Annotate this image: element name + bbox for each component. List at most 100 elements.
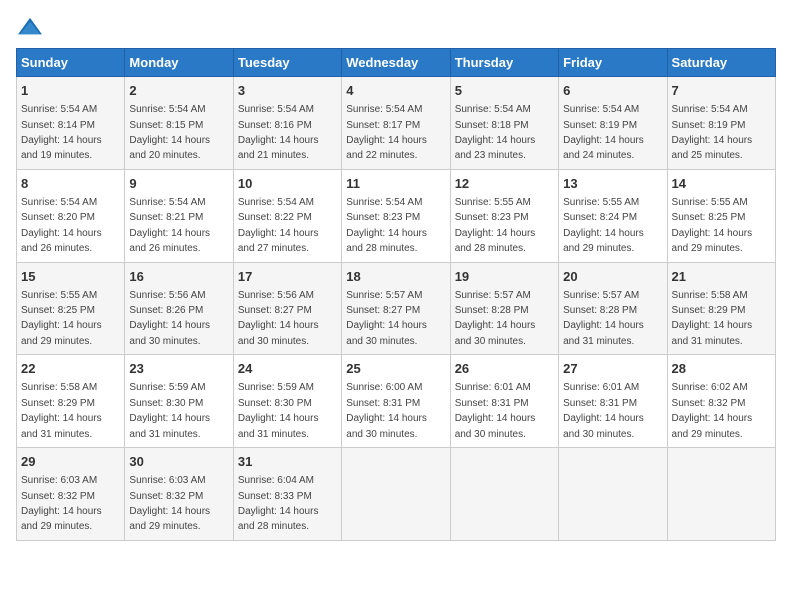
day-number: 9: [129, 175, 228, 193]
daylight-info: Daylight: 14 hours and 26 minutes.: [21, 228, 102, 254]
sunrise-info: Sunrise: 6:02 AM: [672, 382, 748, 393]
sunset-info: Sunset: 8:29 PM: [672, 305, 746, 316]
daylight-info: Daylight: 14 hours and 23 minutes.: [455, 135, 536, 161]
sunset-info: Sunset: 8:28 PM: [563, 305, 637, 316]
sunset-info: Sunset: 8:25 PM: [21, 305, 95, 316]
calendar-header-row: SundayMondayTuesdayWednesdayThursdayFrid…: [17, 49, 776, 77]
sunset-info: Sunset: 8:21 PM: [129, 212, 203, 223]
sunrise-info: Sunrise: 6:04 AM: [238, 475, 314, 486]
calendar-cell: 30 Sunrise: 6:03 AM Sunset: 8:32 PM Dayl…: [125, 448, 233, 541]
sunset-info: Sunset: 8:30 PM: [238, 398, 312, 409]
daylight-info: Daylight: 14 hours and 19 minutes.: [21, 135, 102, 161]
sunset-info: Sunset: 8:29 PM: [21, 398, 95, 409]
day-number: 29: [21, 453, 120, 471]
calendar-cell: 31 Sunrise: 6:04 AM Sunset: 8:33 PM Dayl…: [233, 448, 341, 541]
day-number: 18: [346, 268, 445, 286]
sunrise-info: Sunrise: 6:01 AM: [563, 382, 639, 393]
calendar-cell: 16 Sunrise: 5:56 AM Sunset: 8:26 PM Dayl…: [125, 262, 233, 355]
sunrise-info: Sunrise: 5:54 AM: [672, 104, 748, 115]
day-number: 16: [129, 268, 228, 286]
sunset-info: Sunset: 8:32 PM: [672, 398, 746, 409]
daylight-info: Daylight: 14 hours and 31 minutes.: [238, 413, 319, 439]
sunset-info: Sunset: 8:14 PM: [21, 120, 95, 131]
day-number: 17: [238, 268, 337, 286]
calendar-cell: 23 Sunrise: 5:59 AM Sunset: 8:30 PM Dayl…: [125, 355, 233, 448]
day-number: 14: [672, 175, 771, 193]
day-number: 19: [455, 268, 554, 286]
sunset-info: Sunset: 8:30 PM: [129, 398, 203, 409]
calendar-cell: 11 Sunrise: 5:54 AM Sunset: 8:23 PM Dayl…: [342, 169, 450, 262]
daylight-info: Daylight: 14 hours and 30 minutes.: [129, 320, 210, 346]
sunrise-info: Sunrise: 5:59 AM: [129, 382, 205, 393]
calendar-cell: 26 Sunrise: 6:01 AM Sunset: 8:31 PM Dayl…: [450, 355, 558, 448]
calendar-cell: 20 Sunrise: 5:57 AM Sunset: 8:28 PM Dayl…: [559, 262, 667, 355]
sunset-info: Sunset: 8:18 PM: [455, 120, 529, 131]
sunset-info: Sunset: 8:32 PM: [129, 491, 203, 502]
daylight-info: Daylight: 14 hours and 22 minutes.: [346, 135, 427, 161]
sunrise-info: Sunrise: 5:54 AM: [129, 197, 205, 208]
sunset-info: Sunset: 8:28 PM: [455, 305, 529, 316]
header-saturday: Saturday: [667, 49, 775, 77]
daylight-info: Daylight: 14 hours and 29 minutes.: [563, 228, 644, 254]
calendar-cell: 21 Sunrise: 5:58 AM Sunset: 8:29 PM Dayl…: [667, 262, 775, 355]
sunrise-info: Sunrise: 5:57 AM: [455, 290, 531, 301]
calendar-cell: 24 Sunrise: 5:59 AM Sunset: 8:30 PM Dayl…: [233, 355, 341, 448]
sunrise-info: Sunrise: 5:59 AM: [238, 382, 314, 393]
calendar-cell: 28 Sunrise: 6:02 AM Sunset: 8:32 PM Dayl…: [667, 355, 775, 448]
daylight-info: Daylight: 14 hours and 29 minutes.: [21, 506, 102, 532]
calendar-cell: 8 Sunrise: 5:54 AM Sunset: 8:20 PM Dayli…: [17, 169, 125, 262]
daylight-info: Daylight: 14 hours and 21 minutes.: [238, 135, 319, 161]
daylight-info: Daylight: 14 hours and 29 minutes.: [672, 228, 753, 254]
sunrise-info: Sunrise: 6:03 AM: [129, 475, 205, 486]
daylight-info: Daylight: 14 hours and 30 minutes.: [455, 320, 536, 346]
calendar-table: SundayMondayTuesdayWednesdayThursdayFrid…: [16, 48, 776, 541]
daylight-info: Daylight: 14 hours and 30 minutes.: [346, 413, 427, 439]
daylight-info: Daylight: 14 hours and 31 minutes.: [21, 413, 102, 439]
daylight-info: Daylight: 14 hours and 31 minutes.: [672, 320, 753, 346]
header-friday: Friday: [559, 49, 667, 77]
calendar-cell: 6 Sunrise: 5:54 AM Sunset: 8:19 PM Dayli…: [559, 77, 667, 170]
calendar-cell: 15 Sunrise: 5:55 AM Sunset: 8:25 PM Dayl…: [17, 262, 125, 355]
calendar-cell: 18 Sunrise: 5:57 AM Sunset: 8:27 PM Dayl…: [342, 262, 450, 355]
sunrise-info: Sunrise: 6:00 AM: [346, 382, 422, 393]
calendar-cell: 10 Sunrise: 5:54 AM Sunset: 8:22 PM Dayl…: [233, 169, 341, 262]
calendar-week-row: 8 Sunrise: 5:54 AM Sunset: 8:20 PM Dayli…: [17, 169, 776, 262]
daylight-info: Daylight: 14 hours and 24 minutes.: [563, 135, 644, 161]
sunrise-info: Sunrise: 6:01 AM: [455, 382, 531, 393]
day-number: 28: [672, 360, 771, 378]
day-number: 30: [129, 453, 228, 471]
header-sunday: Sunday: [17, 49, 125, 77]
daylight-info: Daylight: 14 hours and 27 minutes.: [238, 228, 319, 254]
sunrise-info: Sunrise: 5:57 AM: [563, 290, 639, 301]
day-number: 20: [563, 268, 662, 286]
sunrise-info: Sunrise: 5:55 AM: [21, 290, 97, 301]
daylight-info: Daylight: 14 hours and 31 minutes.: [563, 320, 644, 346]
sunset-info: Sunset: 8:33 PM: [238, 491, 312, 502]
sunrise-info: Sunrise: 5:58 AM: [672, 290, 748, 301]
daylight-info: Daylight: 14 hours and 29 minutes.: [672, 413, 753, 439]
calendar-cell: 27 Sunrise: 6:01 AM Sunset: 8:31 PM Dayl…: [559, 355, 667, 448]
day-number: 10: [238, 175, 337, 193]
day-number: 2: [129, 82, 228, 100]
sunset-info: Sunset: 8:23 PM: [455, 212, 529, 223]
daylight-info: Daylight: 14 hours and 31 minutes.: [129, 413, 210, 439]
calendar-cell: 29 Sunrise: 6:03 AM Sunset: 8:32 PM Dayl…: [17, 448, 125, 541]
sunset-info: Sunset: 8:25 PM: [672, 212, 746, 223]
sunset-info: Sunset: 8:19 PM: [672, 120, 746, 131]
sunrise-info: Sunrise: 5:55 AM: [563, 197, 639, 208]
calendar-cell: 25 Sunrise: 6:00 AM Sunset: 8:31 PM Dayl…: [342, 355, 450, 448]
calendar-cell: 3 Sunrise: 5:54 AM Sunset: 8:16 PM Dayli…: [233, 77, 341, 170]
calendar-cell: [559, 448, 667, 541]
header: [16, 16, 776, 38]
sunrise-info: Sunrise: 5:54 AM: [455, 104, 531, 115]
day-number: 12: [455, 175, 554, 193]
calendar-cell: [450, 448, 558, 541]
day-number: 22: [21, 360, 120, 378]
sunrise-info: Sunrise: 5:54 AM: [129, 104, 205, 115]
day-number: 27: [563, 360, 662, 378]
sunset-info: Sunset: 8:24 PM: [563, 212, 637, 223]
calendar-cell: 2 Sunrise: 5:54 AM Sunset: 8:15 PM Dayli…: [125, 77, 233, 170]
sunset-info: Sunset: 8:32 PM: [21, 491, 95, 502]
day-number: 8: [21, 175, 120, 193]
header-monday: Monday: [125, 49, 233, 77]
